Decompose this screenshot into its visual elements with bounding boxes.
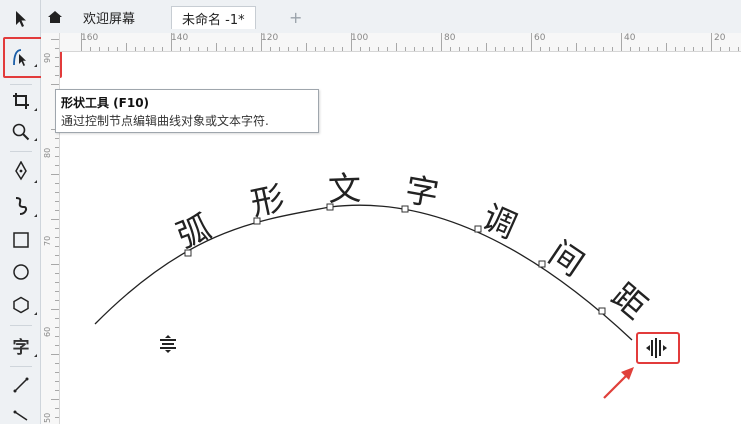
- line-spacing-handle-icon[interactable]: [160, 335, 176, 353]
- curve-char[interactable]: 字: [402, 170, 441, 214]
- curve-char[interactable]: 文: [327, 168, 361, 208]
- curve-char[interactable]: 调: [477, 197, 523, 246]
- annotation-arrow: [603, 367, 634, 399]
- spacing-handle-highlight: [636, 332, 680, 364]
- tooltip-title: 形状工具 (F10): [61, 96, 150, 110]
- curve-char[interactable]: 形: [247, 178, 287, 223]
- curve-char[interactable]: 距: [604, 276, 654, 327]
- letter-spacing-handle-icon[interactable]: [646, 338, 667, 358]
- shape-tool-tooltip: 形状工具 (F10) 通过控制节点编辑曲线对象或文本字符.: [55, 89, 319, 133]
- path-node[interactable]: [598, 307, 606, 315]
- curve-char[interactable]: 弧: [171, 207, 216, 256]
- tooltip-description: 通过控制节点编辑曲线对象或文本字符.: [61, 114, 269, 128]
- curve-char[interactable]: 间: [542, 233, 591, 284]
- path-nodes: [184, 203, 606, 315]
- text-on-path[interactable]: 弧 形 文 字 调 间 距: [171, 168, 654, 326]
- drawing-canvas: 弧 形 文 字 调 间 距: [94, 168, 680, 399]
